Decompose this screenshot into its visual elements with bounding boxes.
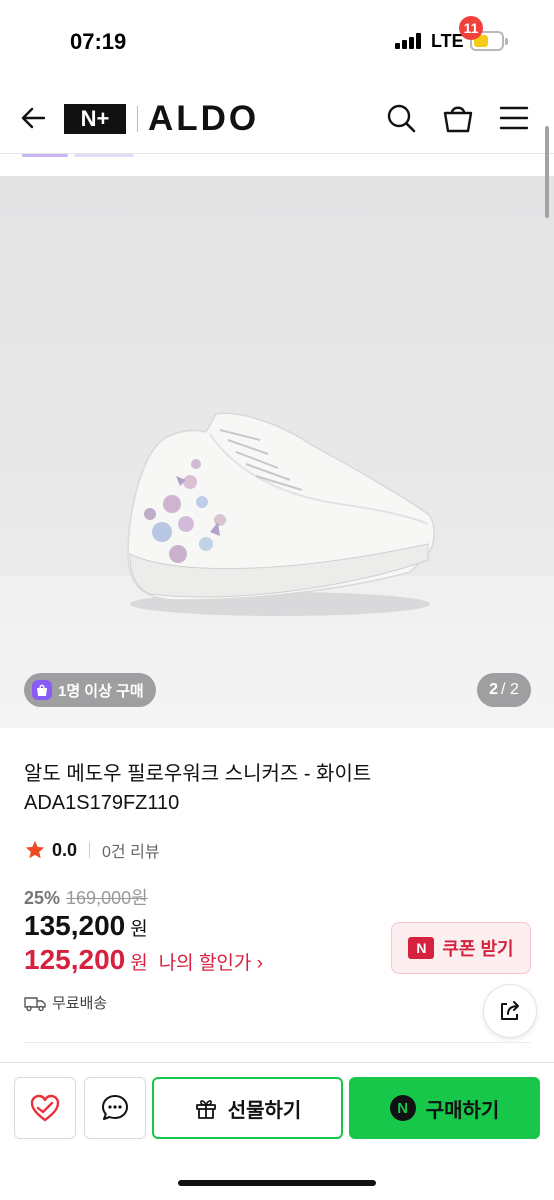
naver-pay-icon: N [389,1095,416,1121]
buyers-badge-label: 1명 이상 구매 [58,682,144,700]
gift-button-label: 선물하기 [227,1099,302,1122]
page-scrollbar[interactable] [545,126,549,218]
network-type: LTE [431,31,464,51]
rating-separator [89,842,91,858]
price-row: 135,200 원 [24,910,148,942]
search-button[interactable] [385,102,417,134]
my-price-label: 나의 할인가 › [158,953,263,974]
coupon-button[interactable]: N 쿠폰 받기 [391,922,531,974]
brand-logo[interactable]: ALDO [148,99,259,139]
search-icon [387,104,416,133]
cart-count-badge: 11 [459,16,483,40]
original-price: 169,000원 [66,888,148,908]
nplus-logo[interactable]: N+ [64,104,126,134]
rating-score: 0.0 [52,839,78,860]
app-header: N+ ALDO [0,82,554,154]
buy-button-label: 구매하기 [425,1099,500,1122]
naver-coupon-icon: N [408,937,435,959]
my-price-value: 125,200 [24,944,126,975]
product-sneaker-image [127,412,435,616]
my-discount-price[interactable]: 125,200 원 나의 할인가 › [24,944,263,976]
category-strip-peek [0,154,554,176]
sale-price: 135,200 [24,910,126,941]
product-sku: ADA1S179FZ110 [24,792,180,814]
coupon-button-label: 쿠폰 받기 [442,939,514,959]
sale-price-unit: 원 [130,919,148,940]
image-counter-total: / 2 [501,681,519,698]
share-button[interactable] [483,984,537,1038]
wishlist-button[interactable] [14,1077,76,1139]
star-icon [25,840,45,859]
buyers-badge: 1명 이상 구매 [24,673,156,707]
shipping-info: 무료배송 [24,992,107,1013]
status-bar: 07:19 LTE [0,0,554,82]
cart-icon [443,106,473,133]
signal-icon [395,33,423,49]
gift-button[interactable]: 선물하기 [152,1077,343,1139]
product-image-gallery[interactable] [0,176,554,728]
back-button[interactable] [18,102,50,134]
status-time: 07:19 [70,29,127,54]
my-price-unit: 원 [130,953,148,974]
product-title: 알도 메도우 필로우워크 스니커즈 - 화이트 [24,763,372,785]
shipping-label: 무료배송 [52,995,108,1012]
hamburger-menu-icon [499,106,529,130]
image-counter: 2 / 2 [477,673,531,707]
delivery-truck-icon [24,996,46,1011]
heart-icon [30,1094,60,1122]
menu-button[interactable] [498,104,530,132]
discount-row: 25% 169,000원 [24,884,148,910]
logo-divider [137,106,138,132]
rating-row[interactable]: 0.0 0건 리뷰 [24,838,160,862]
cart-button[interactable] [440,100,476,136]
review-count[interactable]: 0건 리뷰 [102,838,160,862]
talk-button[interactable] [84,1077,146,1139]
discount-rate: 25% [24,888,61,908]
buy-button[interactable]: N 구매하기 [349,1077,540,1139]
gift-icon [195,1100,216,1119]
back-arrow-icon [21,107,46,129]
chat-bubble-icon [102,1095,128,1120]
share-icon [501,1001,519,1020]
shopping-bag-icon [32,680,52,700]
section-divider [24,1042,530,1043]
image-counter-current: 2 [489,681,499,698]
home-indicator[interactable] [178,1180,376,1186]
